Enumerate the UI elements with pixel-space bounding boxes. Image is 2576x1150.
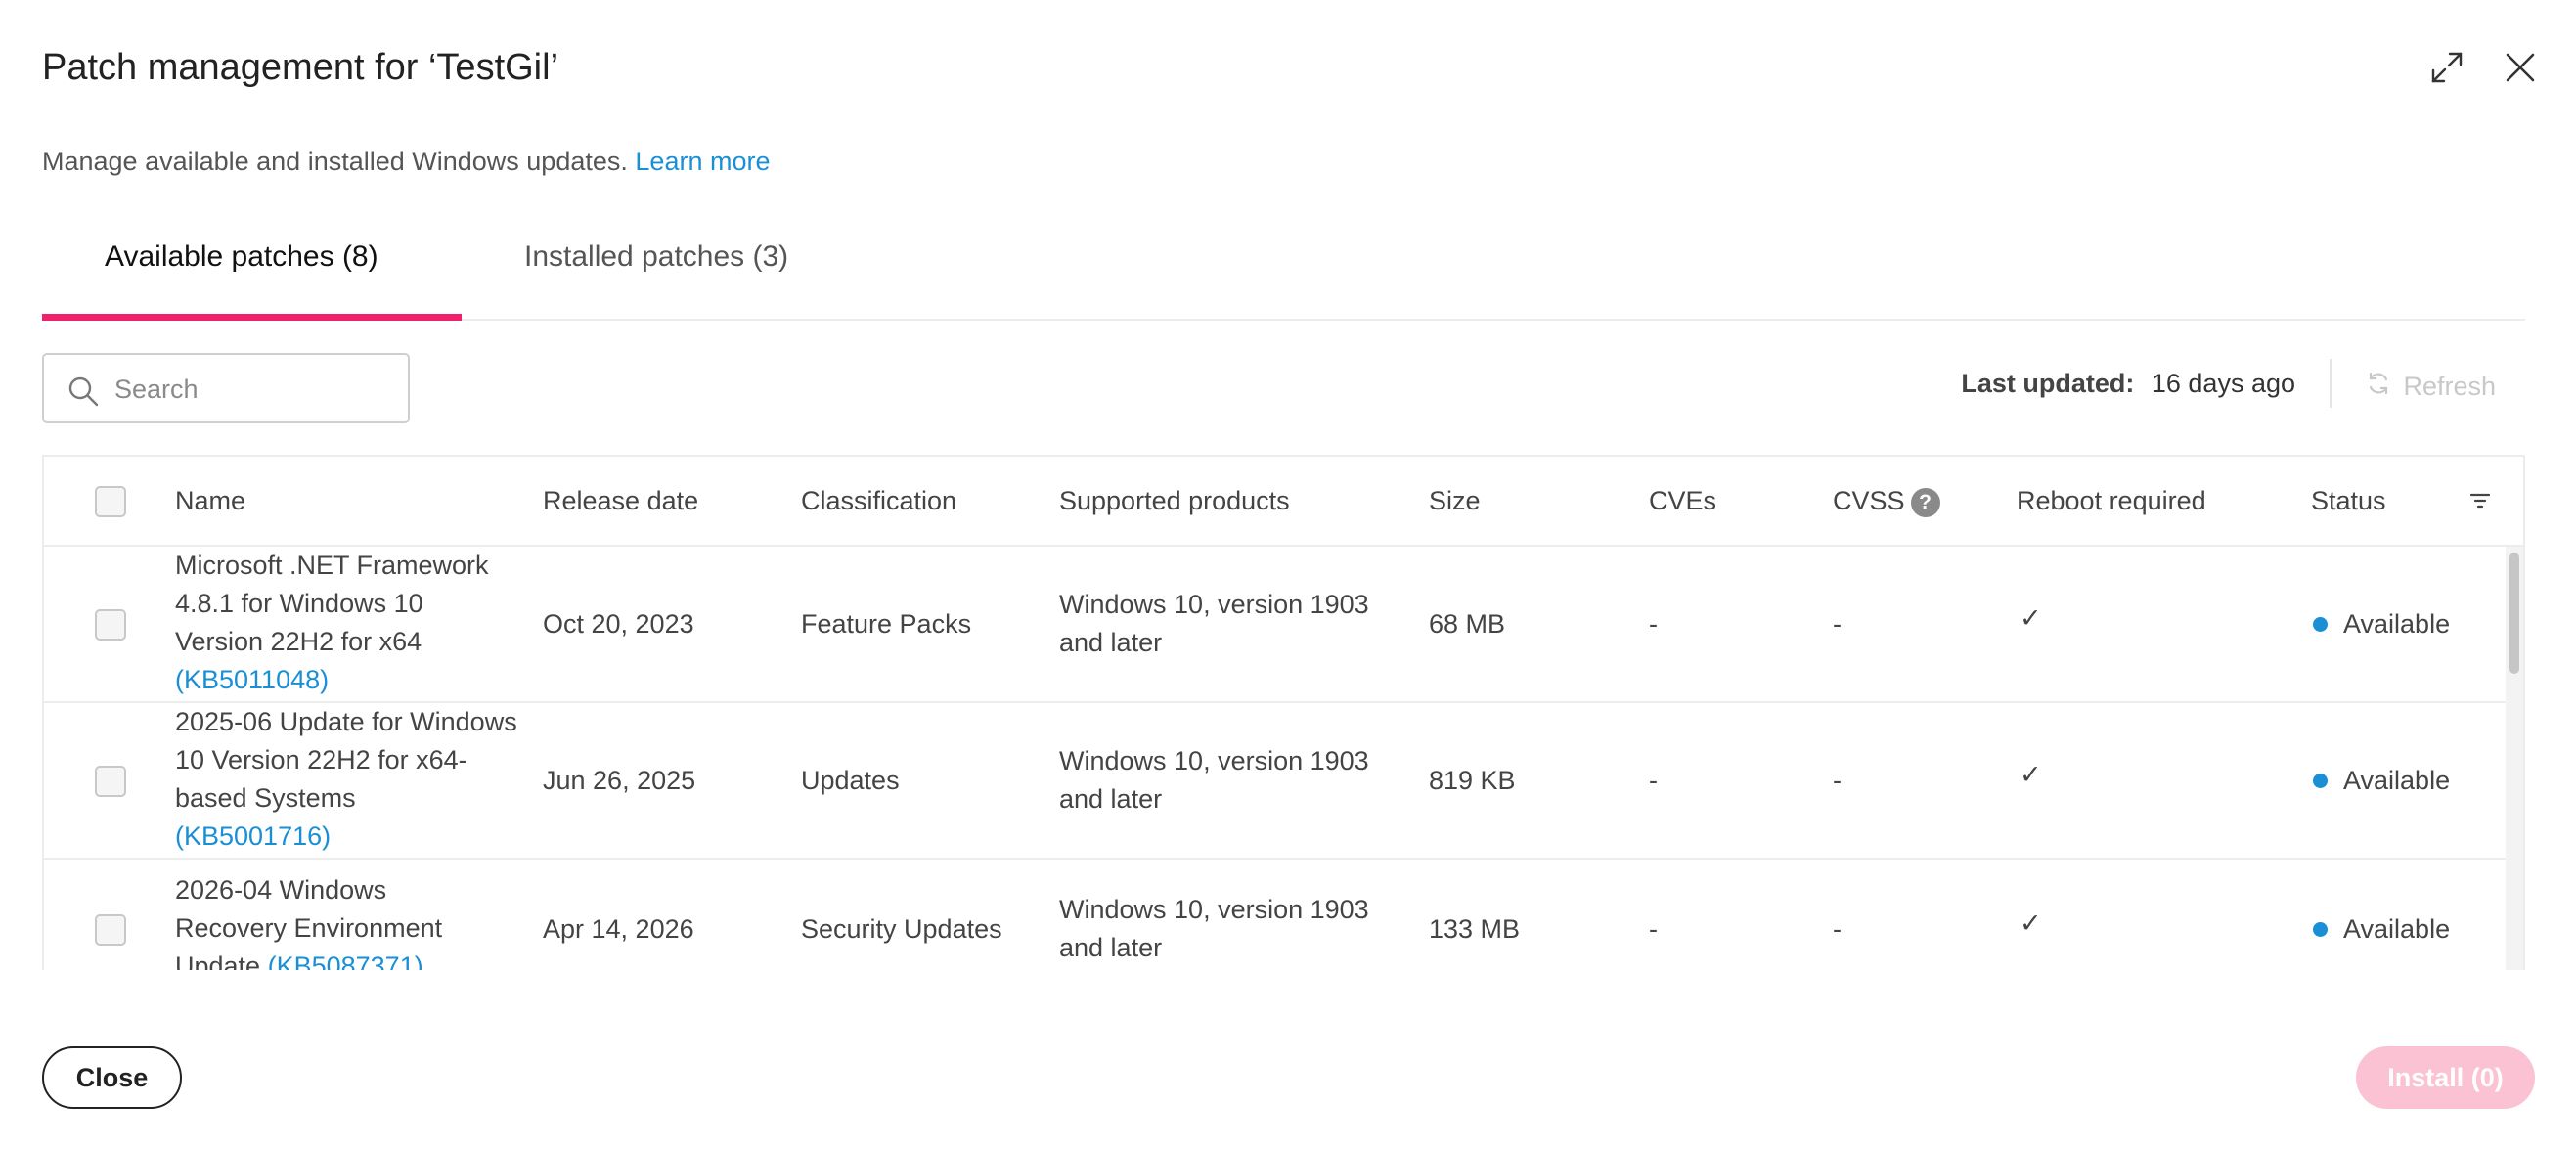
dialog-description: Manage available and installed Windows u… bbox=[42, 147, 770, 177]
toolbar: Last updated: 16 days ago Refresh bbox=[42, 353, 2525, 423]
toolbar-divider bbox=[2330, 359, 2332, 408]
search-input[interactable] bbox=[114, 369, 388, 410]
kb-link[interactable]: (KB5087371) bbox=[268, 951, 423, 970]
cves: - bbox=[1649, 766, 1658, 795]
table-row[interactable]: Microsoft .NET Framework 4.8.1 for Windo… bbox=[44, 547, 2506, 703]
col-name[interactable]: Name bbox=[175, 486, 245, 516]
filter-icon[interactable] bbox=[2469, 490, 2491, 516]
classification: Security Updates bbox=[801, 914, 1002, 944]
patch-name: Microsoft .NET Framework 4.8.1 for Windo… bbox=[175, 547, 517, 699]
dialog-header: Patch management for ‘TestGil’ bbox=[42, 43, 2537, 92]
install-button[interactable]: Install (0) bbox=[2356, 1046, 2535, 1109]
reboot-check-icon: ✓ bbox=[2020, 760, 2042, 789]
row-checkbox[interactable] bbox=[95, 766, 126, 797]
active-tab-indicator bbox=[42, 314, 462, 321]
last-updated-value: 16 days ago bbox=[2151, 369, 2295, 398]
cves: - bbox=[1649, 609, 1658, 639]
status-dot bbox=[2313, 922, 2328, 937]
row-checkbox[interactable] bbox=[95, 914, 126, 946]
description-text: Manage available and installed Windows u… bbox=[42, 147, 628, 176]
classification: Updates bbox=[801, 766, 900, 795]
size: 133 MB bbox=[1429, 914, 1521, 944]
select-all-checkbox[interactable] bbox=[95, 486, 126, 517]
last-updated: Last updated: 16 days ago bbox=[1961, 369, 2295, 399]
status: Available bbox=[2313, 910, 2450, 949]
tab-bar: Available patches (8) Installed patches … bbox=[42, 223, 2525, 321]
tab-installed-label: Installed patches (3) bbox=[524, 241, 789, 273]
reboot-check-icon: ✓ bbox=[2020, 603, 2042, 633]
supported-products: Windows 10, version 1903 and later bbox=[1059, 590, 1369, 657]
patches-table: Name Release date Classification Support… bbox=[42, 455, 2525, 970]
learn-more-link[interactable]: Learn more bbox=[635, 147, 770, 176]
col-cvss-label: CVSS bbox=[1833, 486, 1905, 515]
col-status[interactable]: Status bbox=[2311, 486, 2386, 516]
last-updated-label: Last updated: bbox=[1961, 369, 2135, 398]
release-date: Apr 14, 2026 bbox=[543, 914, 694, 944]
patch-name: 2026-04 Windows Recovery Environment Upd… bbox=[175, 871, 459, 970]
col-cvss[interactable]: CVSS? bbox=[1833, 486, 1940, 517]
table-header: Name Release date Classification Support… bbox=[44, 457, 2523, 547]
col-size[interactable]: Size bbox=[1429, 486, 1481, 516]
patch-name-text: 2025-06 Update for Windows 10 Version 22… bbox=[175, 707, 517, 813]
cves: - bbox=[1649, 914, 1658, 944]
table-row[interactable]: 2025-06 Update for Windows 10 Version 22… bbox=[44, 703, 2506, 860]
col-release-date[interactable]: Release date bbox=[543, 486, 698, 516]
scrollbar-thumb[interactable] bbox=[2509, 553, 2519, 674]
supported-products: Windows 10, version 1903 and later bbox=[1059, 895, 1369, 962]
patch-name: 2025-06 Update for Windows 10 Version 22… bbox=[175, 703, 517, 856]
status-dot bbox=[2313, 617, 2328, 632]
tab-available-label: Available patches (8) bbox=[105, 241, 378, 273]
status-text: Available bbox=[2343, 609, 2451, 639]
supported-products: Windows 10, version 1903 and later bbox=[1059, 746, 1369, 814]
tab-installed-patches[interactable]: Installed patches (3) bbox=[524, 241, 788, 319]
col-supported-products[interactable]: Supported products bbox=[1059, 486, 1290, 516]
status: Available bbox=[2313, 605, 2450, 643]
refresh-label: Refresh bbox=[2403, 372, 2496, 401]
dialog-title: Patch management for ‘TestGil’ bbox=[42, 47, 559, 88]
status-dot bbox=[2313, 774, 2328, 788]
reboot-check-icon: ✓ bbox=[2020, 908, 2042, 938]
kb-link[interactable]: (KB5011048) bbox=[175, 665, 329, 694]
status: Available bbox=[2313, 762, 2450, 800]
row-checkbox[interactable] bbox=[95, 609, 126, 641]
patch-name-text: Microsoft .NET Framework 4.8.1 for Windo… bbox=[175, 551, 489, 656]
refresh-button[interactable]: Refresh bbox=[2366, 371, 2496, 403]
search-icon bbox=[67, 376, 99, 412]
help-icon[interactable]: ? bbox=[1910, 487, 1940, 517]
table-row[interactable]: 2026-04 Windows Recovery Environment Upd… bbox=[44, 860, 2506, 970]
col-classification[interactable]: Classification bbox=[801, 486, 956, 516]
release-date: Jun 26, 2025 bbox=[543, 766, 696, 795]
refresh-icon bbox=[2366, 371, 2391, 403]
status-text: Available bbox=[2343, 914, 2451, 944]
search-box[interactable] bbox=[42, 353, 410, 423]
table-scrollbar[interactable] bbox=[2506, 547, 2523, 970]
tab-available-patches[interactable]: Available patches (8) bbox=[105, 241, 378, 319]
cvss: - bbox=[1833, 766, 1842, 795]
size: 819 KB bbox=[1429, 766, 1516, 795]
release-date: Oct 20, 2023 bbox=[543, 609, 694, 639]
expand-icon[interactable] bbox=[2429, 50, 2465, 85]
kb-link[interactable]: (KB5001716) bbox=[175, 821, 331, 851]
close-button[interactable]: Close bbox=[42, 1046, 182, 1109]
classification: Feature Packs bbox=[801, 609, 972, 639]
size: 68 MB bbox=[1429, 609, 1506, 639]
status-text: Available bbox=[2343, 766, 2451, 795]
col-reboot-required[interactable]: Reboot required bbox=[2017, 486, 2206, 516]
col-cves[interactable]: CVEs bbox=[1649, 486, 1716, 516]
cvss: - bbox=[1833, 609, 1842, 639]
close-icon[interactable] bbox=[2504, 51, 2537, 84]
cvss: - bbox=[1833, 914, 1842, 944]
